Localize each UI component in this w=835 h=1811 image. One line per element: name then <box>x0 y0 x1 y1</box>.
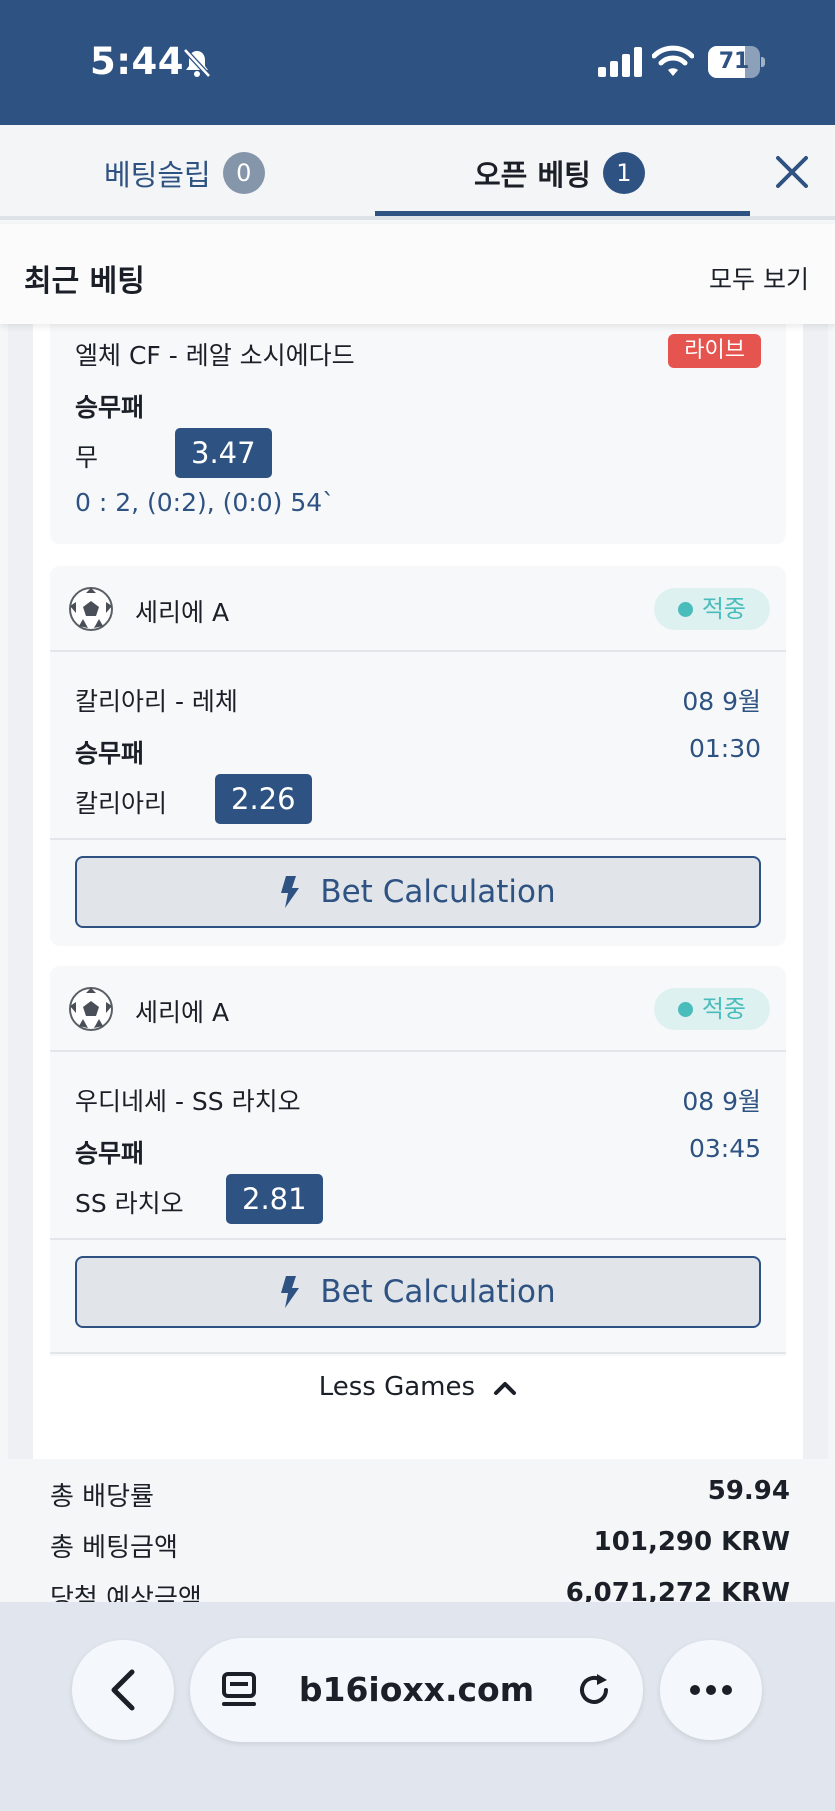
bet-calculation-button[interactable]: Bet Calculation <box>75 856 761 928</box>
wifi-icon <box>652 45 694 76</box>
match-name: 우디네세 - SS 라치오 <box>75 1087 301 1116</box>
won-status-badge: 적중 <box>653 988 770 1030</box>
chevron-up-icon <box>494 1381 517 1395</box>
tab-open-bets[interactable]: 오픈 베팅 1 <box>474 125 645 220</box>
lightning-icon <box>281 1276 300 1308</box>
tab-bet-slip-label: 베팅슬립 <box>104 157 211 192</box>
league-row: 세리에 A 적중 <box>50 566 786 652</box>
recent-bets-title: 최근 베팅 <box>24 264 145 299</box>
live-badge: 라이브 <box>668 334 761 368</box>
browser-toolbar: b16ioxx.com <box>0 1602 835 1811</box>
pick-name: SS 라치오 <box>75 1189 184 1218</box>
match-time: 01:30 <box>688 734 761 763</box>
match-date: 08 9월 <box>682 1087 761 1116</box>
cell-signal-icon <box>598 47 642 77</box>
soccer-ball-icon <box>69 987 113 1031</box>
more-options-button[interactable] <box>660 1640 762 1740</box>
market-name: 승무패 <box>75 739 145 768</box>
won-status-badge: 적중 <box>653 588 770 630</box>
battery-percent: 71 <box>718 49 750 74</box>
pick-name: 칼리아리 <box>75 789 168 818</box>
lightning-icon <box>281 876 300 908</box>
status-time: 5:44 <box>90 40 185 83</box>
more-icon <box>690 1685 732 1695</box>
status-bar: 5:44 71 <box>0 0 835 125</box>
tab-bet-slip-count: 0 <box>222 151 265 194</box>
summary-total-stake: 총 베팅금액 101,290 KRW <box>50 1527 790 1564</box>
tab-open-bets-count: 1 <box>602 151 645 194</box>
bet-ticket: 엘체 CF - 레알 소시에다드 라이브 승무패 무 3.47 0 : 2, (… <box>33 324 803 1602</box>
league-row: 세리에 A 적중 <box>50 966 786 1052</box>
league-name: 세리에 A <box>135 598 230 627</box>
summary-value: 6,071,272 KRW <box>565 1578 790 1602</box>
odd-value: 2.81 <box>226 1174 323 1224</box>
summary-value: 59.94 <box>707 1476 790 1506</box>
chevron-left-icon <box>111 1669 135 1711</box>
match-date: 08 9월 <box>682 687 761 716</box>
match-time: 03:45 <box>688 1134 761 1163</box>
bet-tabs: 베팅슬립 0 오픈 베팅 1 <box>0 125 835 220</box>
market-name: 승무패 <box>75 1139 145 1168</box>
league-name: 세리에 A <box>135 998 230 1027</box>
address-bar[interactable]: b16ioxx.com <box>190 1638 643 1742</box>
open-bets-scroll-area[interactable]: 엘체 CF - 레알 소시에다드 라이브 승무패 무 3.47 0 : 2, (… <box>8 324 828 1602</box>
live-score: 0 : 2, (0:2), (0:0) 54` <box>75 488 335 517</box>
summary-value: 101,290 KRW <box>593 1527 790 1557</box>
battery-indicator: 71 <box>708 46 765 78</box>
view-all-link[interactable]: 모두 보기 <box>709 260 809 296</box>
bet-card: 세리에 A 적중 칼리아리 - 레체 08 9월 승무패 01:30 칼리아리 … <box>50 566 786 946</box>
active-tab-indicator <box>375 211 750 216</box>
summary-label: 총 배당률 <box>50 1482 154 1512</box>
soccer-ball-icon <box>69 587 113 631</box>
less-games-toggle[interactable]: Less Games <box>33 1372 803 1402</box>
match-name: 엘체 CF - 레알 소시에다드 <box>75 341 355 370</box>
odd-value: 2.26 <box>215 774 312 824</box>
reload-icon[interactable] <box>575 1670 615 1710</box>
match-name: 칼리아리 - 레체 <box>75 687 238 716</box>
back-button[interactable] <box>72 1640 174 1740</box>
pick-name: 무 <box>75 443 99 472</box>
bet-calculation-button[interactable]: Bet Calculation <box>75 1256 761 1328</box>
recent-bets-header: 최근 베팅 모두 보기 <box>0 224 835 324</box>
bet-calculation-label: Bet Calculation <box>320 874 556 910</box>
market-name: 승무패 <box>75 393 145 422</box>
summary-label: 당첨 예상금액 <box>50 1584 202 1602</box>
odd-value: 3.47 <box>175 428 272 478</box>
summary-total-odds: 총 배당률 59.94 <box>50 1476 790 1513</box>
bet-card: 세리에 A 적중 우디네세 - SS 라치오 08 9월 승무패 03:45 S… <box>50 966 786 1356</box>
bet-calculation-label: Bet Calculation <box>320 1274 556 1310</box>
tab-open-bets-label: 오픈 베팅 <box>474 157 591 192</box>
summary-expected-win: 당첨 예상금액 6,071,272 KRW <box>50 1578 790 1602</box>
less-games-label: Less Games <box>318 1372 476 1402</box>
bell-slash-icon <box>183 48 211 78</box>
summary-label: 총 베팅금액 <box>50 1533 178 1563</box>
tab-bet-slip[interactable]: 베팅슬립 0 <box>104 125 265 220</box>
close-icon[interactable] <box>772 152 812 192</box>
